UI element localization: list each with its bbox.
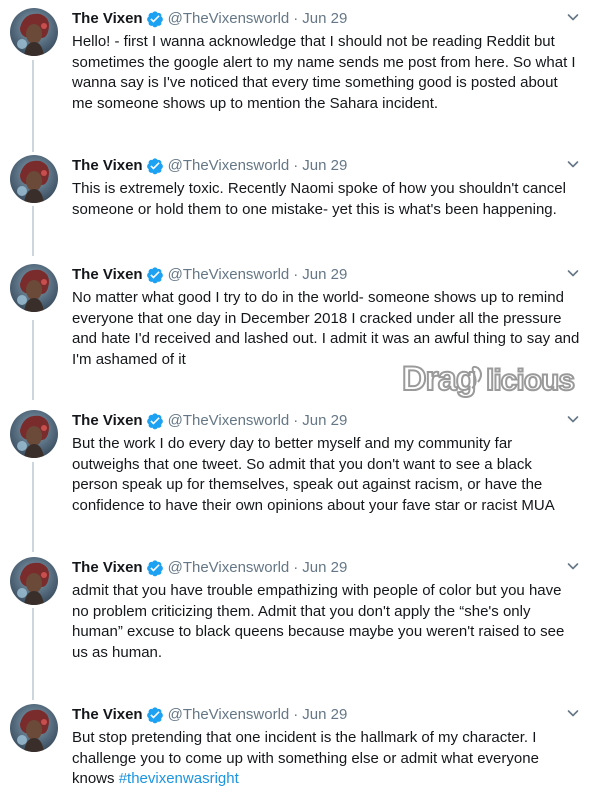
thread-connector [32, 320, 34, 400]
tweet-date[interactable]: Jun 29 [302, 156, 347, 176]
chevron-down-icon[interactable] [566, 266, 580, 280]
author-name[interactable]: The Vixen [72, 558, 143, 578]
avatar[interactable] [10, 410, 58, 458]
avatar[interactable] [10, 557, 58, 605]
thread-connector [32, 462, 34, 552]
tweet-header: The Vixen @TheVixensworld · Jun 29 [72, 410, 347, 432]
avatar[interactable] [10, 8, 58, 56]
separator: · [293, 412, 299, 429]
chevron-down-icon[interactable] [566, 412, 580, 426]
avatar[interactable] [10, 264, 58, 312]
author-handle[interactable]: @TheVixensworld [168, 156, 290, 176]
separator: · [293, 266, 299, 283]
chevron-down-icon[interactable] [566, 10, 580, 24]
tweet-header: The Vixen @TheVixensworld · Jun 29 [72, 557, 347, 579]
chevron-down-icon[interactable] [566, 706, 580, 720]
verified-badge-icon [146, 706, 164, 724]
separator: · [293, 706, 299, 723]
author-name[interactable]: The Vixen [72, 156, 143, 176]
watermark-text-drag: Drag [402, 360, 475, 398]
author-name[interactable]: The Vixen [72, 9, 143, 29]
author-handle[interactable]: @TheVixensworld [168, 9, 290, 29]
tweet-text: This is extremely toxic. Recently Naomi … [72, 180, 566, 218]
tweet-date[interactable]: Jun 29 [302, 265, 347, 285]
tweet-header: The Vixen @TheVixensworld · Jun 29 [72, 155, 347, 177]
author-handle[interactable]: @TheVixensworld [168, 265, 290, 285]
verified-badge-icon [146, 157, 164, 175]
tweet-header: The Vixen @TheVixensworld · Jun 29 [72, 264, 347, 286]
thread-connector [32, 60, 34, 152]
avatar[interactable] [10, 155, 58, 203]
author-name[interactable]: The Vixen [72, 411, 143, 431]
author-handle[interactable]: @TheVixensworld [168, 411, 290, 431]
author-name[interactable]: The Vixen [72, 265, 143, 285]
tweet-header: The Vixen @TheVixensworld · Jun 29 [72, 8, 347, 30]
tweet-text: But stop pretending that one incident is… [72, 728, 580, 790]
separator: · [293, 157, 299, 174]
tweet-date[interactable]: Jun 29 [302, 411, 347, 431]
thread-connector [32, 206, 34, 256]
separator: · [293, 559, 299, 576]
tweet-text: admit that you have trouble empathizing … [72, 582, 565, 661]
tweet-thread: The Vixen @TheVixensworld · Jun 29 Hello… [0, 0, 594, 804]
tweet-text: But the work I do every day to better my… [72, 435, 555, 514]
chevron-down-icon[interactable] [566, 157, 580, 171]
thread-connector [32, 608, 34, 700]
verified-badge-icon [146, 266, 164, 284]
author-handle[interactable]: @TheVixensworld [168, 558, 290, 578]
verified-badge-icon [146, 412, 164, 430]
chevron-down-icon[interactable] [566, 559, 580, 573]
hashtag-link[interactable]: #thevixenwasright [119, 770, 239, 787]
tweet-header: The Vixen @TheVixensworld · Jun 29 [72, 704, 347, 726]
verified-badge-icon [146, 10, 164, 28]
tweet-date[interactable]: Jun 29 [302, 558, 347, 578]
tweet-text: Hello! - first I wanna acknowledge that … [72, 33, 576, 112]
tweet-date[interactable]: Jun 29 [302, 705, 347, 725]
watermark-text-licious: licious [486, 364, 574, 397]
tweet-date[interactable]: Jun 29 [302, 9, 347, 29]
author-handle[interactable]: @TheVixensworld [168, 705, 290, 725]
draglicious-watermark-logo: Drag licious [400, 352, 580, 402]
author-name[interactable]: The Vixen [72, 705, 143, 725]
verified-badge-icon [146, 559, 164, 577]
separator: · [293, 10, 299, 27]
avatar[interactable] [10, 704, 58, 752]
